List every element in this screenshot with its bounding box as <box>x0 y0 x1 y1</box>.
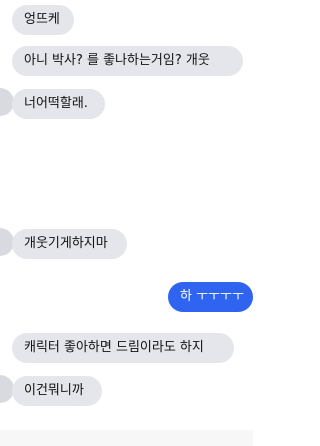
message-bubble-incoming[interactable]: 개웃기게하지마 <box>12 229 127 259</box>
chat-thread: 엉뜨케 아니 박사? 를 좋나하는거임? 개웃 너어떡할래. 개웃기게하지마 하… <box>0 0 253 446</box>
message-bubble-incoming[interactable]: 이건뭐니까 <box>12 376 102 406</box>
message-text: 하 ㅜㅜㅜㅜ <box>180 289 244 304</box>
message-text: 너어떡할래. <box>24 96 88 111</box>
message-bubble-incoming[interactable]: 캐릭터 좋아하면 드림이라도 하지 <box>12 333 234 363</box>
message-bubble-incoming[interactable]: 너어떡할래. <box>12 89 105 119</box>
message-bubble-incoming[interactable]: 아니 박사? 를 좋나하는거임? 개웃 <box>12 46 243 76</box>
message-text: 엉뜨케 <box>24 12 60 27</box>
message-text: 개웃기게하지마 <box>24 236 108 251</box>
message-text: 아니 박사? 를 좋나하는거임? 개웃 <box>24 53 210 68</box>
message-bubble-incoming[interactable]: 엉뜨케 <box>12 5 74 35</box>
message-bubble-outgoing[interactable]: 하 ㅜㅜㅜㅜ <box>168 282 253 312</box>
message-text: 캐릭터 좋아하면 드림이라도 하지 <box>24 340 204 355</box>
message-text: 이건뭐니까 <box>24 383 84 398</box>
bottom-bar <box>0 430 253 446</box>
